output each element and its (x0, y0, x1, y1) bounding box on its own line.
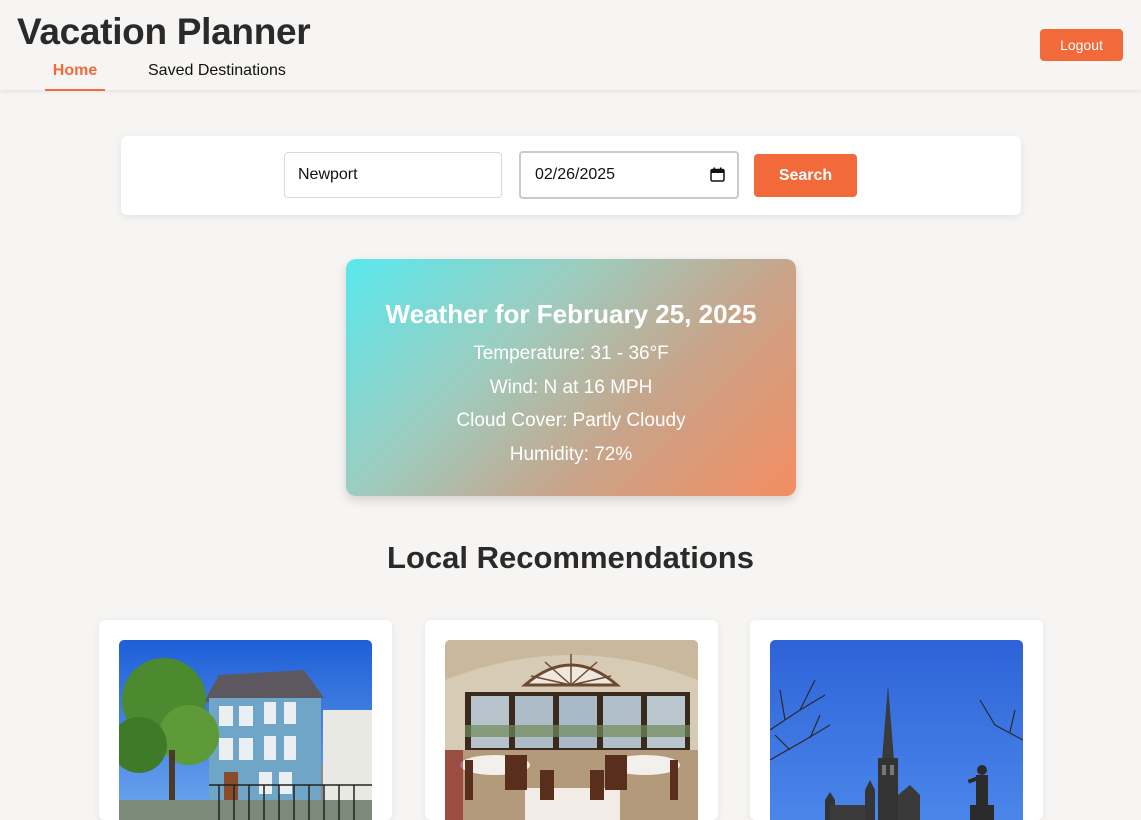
date-input[interactable]: 02/26/2025 (519, 151, 739, 199)
city-input[interactable] (284, 152, 502, 198)
nav-tab-home[interactable]: Home (45, 62, 105, 91)
weather-temperature: Temperature: 31 - 36°F (473, 343, 669, 364)
app-title: Vacation Planner (17, 11, 311, 52)
app-header: Vacation Planner Home Saved Destinations… (0, 0, 1141, 91)
weather-humidity: Humidity: 72% (509, 444, 633, 465)
calendar-icon[interactable] (710, 167, 725, 182)
recommendation-card[interactable] (425, 620, 718, 820)
recommendations-heading: Local Recommendations (387, 540, 754, 575)
recommendation-card[interactable] (99, 620, 392, 820)
logout-button[interactable]: Logout (1040, 29, 1123, 61)
weather-cloud-cover: Cloud Cover: Partly Cloudy (456, 410, 686, 431)
search-panel: 02/26/2025 Search (121, 136, 1021, 215)
church-spire-blue-sky-photo[interactable] (770, 640, 1023, 820)
weather-card: Weather for February 25, 2025 Temperatur… (346, 259, 796, 496)
recommendation-card[interactable] (750, 620, 1043, 820)
date-value: 02/26/2025 (535, 166, 616, 183)
dining-room-ocean-view-photo[interactable] (445, 640, 698, 820)
weather-title: Weather for February 25, 2025 (385, 299, 757, 329)
nav-tab-saved-destinations[interactable]: Saved Destinations (148, 62, 286, 80)
blue-victorian-house-photo[interactable] (119, 640, 372, 820)
weather-wind: Wind: N at 16 MPH (489, 377, 653, 398)
search-button[interactable]: Search (754, 154, 857, 197)
